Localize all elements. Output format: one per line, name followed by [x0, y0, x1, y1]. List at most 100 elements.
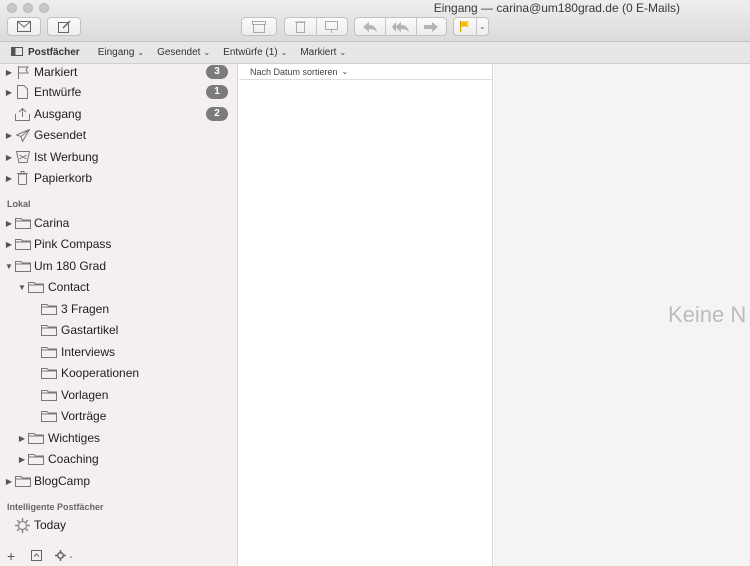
sidebar-item-carina[interactable]: ▶ Carina	[0, 213, 237, 233]
chevron-down-icon: ⌄	[339, 48, 347, 57]
junk-button[interactable]	[316, 20, 347, 33]
sidebar-item-contact[interactable]: ▼ Contact	[0, 277, 237, 297]
sidebar-item-label: Markiert	[34, 65, 78, 79]
window-title: Eingang — carina@um180grad.de (0 E-Mails…	[433, 1, 680, 15]
folder-icon	[40, 345, 57, 360]
sidebar-item-drafts[interactable]: ▶ Entwürfe 1	[0, 82, 237, 102]
folder-icon	[40, 323, 57, 338]
delete-button[interactable]	[285, 20, 316, 33]
sidebar-item-pink-compass[interactable]: ▶ Pink Compass	[0, 234, 237, 254]
gear-icon[interactable]: ⌄	[55, 550, 74, 561]
disclosure-triangle-icon[interactable]: ▶	[17, 455, 27, 464]
folder-icon	[14, 216, 31, 231]
sidebar-item-trash[interactable]: ▶ Papierkorb	[0, 168, 237, 188]
sidebar-item-label: Wichtiges	[48, 431, 101, 445]
mailbox-sidebar: ▶ Markiert 3 ▶ Entwürfe 1 Ausgang 2 ▶ Ge…	[0, 64, 238, 566]
sidebar-item-sent[interactable]: ▶ Gesendet	[0, 125, 237, 145]
folder-icon	[27, 452, 44, 467]
sidebar-item-label: Pink Compass	[34, 237, 112, 251]
favorite-inbox[interactable]: Eingang ⌄	[98, 47, 144, 58]
add-icon[interactable]: +	[7, 549, 15, 563]
disclosure-triangle-icon[interactable]: ▶	[4, 88, 14, 97]
forward-icon	[423, 21, 438, 32]
disclosure-triangle-icon[interactable]: ▶	[4, 219, 14, 228]
folder-icon	[14, 259, 31, 274]
sidebar-item-vortraege[interactable]: Vorträge	[0, 406, 237, 426]
trash-icon	[14, 171, 31, 186]
disclosure-triangle-icon[interactable]: ▶	[4, 174, 14, 183]
paper-plane-icon	[14, 128, 31, 143]
sidebar-item-label: Um 180 Grad	[34, 259, 107, 273]
folder-icon	[14, 474, 31, 489]
sidebar-item-label: Gastartikel	[61, 323, 119, 337]
sidebar-item-3-fragen[interactable]: 3 Fragen	[0, 299, 237, 319]
forward-button[interactable]	[416, 21, 446, 32]
disclosure-triangle-expanded-icon[interactable]: ▼	[4, 262, 14, 271]
sidebar-item-um-180-grad[interactable]: ▼ Um 180 Grad	[0, 256, 237, 276]
archive-button[interactable]	[241, 17, 277, 36]
section-header-smart-mailboxes: Intelligente Postfächer	[7, 502, 104, 512]
sidebar-item-vorlagen[interactable]: Vorlagen	[0, 385, 237, 405]
new-message-icon	[17, 21, 31, 32]
toggle-icon[interactable]	[31, 550, 42, 564]
sidebar-item-today[interactable]: Today	[0, 515, 237, 535]
reply-icon	[363, 21, 378, 32]
sidebar-item-interviews[interactable]: Interviews	[0, 342, 237, 362]
compose-button[interactable]	[47, 17, 81, 36]
sort-menu[interactable]: Nach Datum sortieren ⌄	[239, 64, 492, 80]
message-list[interactable]: Nach Datum sortieren ⌄	[239, 64, 493, 566]
get-mail-button[interactable]	[7, 17, 41, 36]
disclosure-triangle-expanded-icon[interactable]: ▼	[17, 283, 27, 292]
no-message-selected-text: Keine N	[668, 302, 747, 327]
disclosure-triangle-icon[interactable]: ▶	[4, 68, 14, 77]
chevron-down-icon: ⌄	[137, 48, 145, 57]
sidebar-item-label: Coaching	[48, 452, 99, 466]
sidebar-item-outbox[interactable]: Ausgang 2	[0, 104, 237, 124]
sidebar-item-coaching[interactable]: ▶ Coaching	[0, 449, 237, 469]
sidebar-item-blogcamp[interactable]: ▶ BlogCamp	[0, 471, 237, 491]
sidebar-item-label: Ist Werbung	[34, 150, 99, 164]
disclosure-triangle-icon[interactable]: ▶	[4, 153, 14, 162]
folder-icon	[40, 409, 57, 424]
sidebar-item-label: Kooperationen	[61, 366, 140, 380]
sidebar-item-gastartikel[interactable]: Gastartikel	[0, 320, 237, 340]
window-toolbar: Eingang — carina@um180grad.de (0 E-Mails…	[0, 0, 750, 42]
reply-all-icon	[391, 21, 409, 32]
trash-icon	[295, 20, 306, 33]
disclosure-triangle-icon[interactable]: ▶	[4, 131, 14, 140]
folder-icon	[40, 366, 57, 381]
flag-button[interactable]: ⌄	[453, 17, 489, 36]
disclosure-triangle-icon[interactable]: ▶	[4, 477, 14, 486]
favorite-drafts[interactable]: Entwürfe (1) ⌄	[223, 47, 287, 58]
sidebar-item-flagged[interactable]: ▶ Markiert 3	[0, 64, 237, 82]
favorite-flagged[interactable]: Markiert ⌄	[300, 47, 346, 58]
mailboxes-label: Postfächer	[28, 47, 80, 58]
message-preview-pane: Keine N	[494, 64, 750, 566]
disclosure-triangle-icon[interactable]: ▶	[17, 434, 27, 443]
show-mailboxes-button[interactable]: Postfächer	[11, 46, 80, 59]
sidebar-item-wichtiges[interactable]: ▶ Wichtiges	[0, 428, 237, 448]
sidebar-item-label: Carina	[34, 216, 70, 230]
disclosure-triangle-icon[interactable]: ▶	[4, 240, 14, 249]
favorite-label: Markiert	[300, 47, 337, 58]
favorite-sent[interactable]: Gesendet ⌄	[157, 47, 210, 58]
folder-icon	[40, 388, 57, 403]
sidebar-item-label: Vorträge	[61, 409, 107, 423]
chevron-down-icon: ⌄	[280, 48, 288, 57]
chevron-down-icon: ⌄	[203, 48, 211, 57]
sidebar-item-kooperationen[interactable]: Kooperationen	[0, 363, 237, 383]
sidebar-item-junk[interactable]: ▶ Ist Werbung	[0, 147, 237, 167]
folder-icon	[27, 431, 44, 446]
sidebar-item-label: Papierkorb	[34, 171, 93, 185]
outbox-icon	[14, 107, 31, 122]
junk-tray-icon	[14, 150, 31, 165]
favorite-label: Gesendet	[157, 47, 201, 58]
reply-all-button[interactable]	[385, 21, 415, 32]
delete-junk-group	[284, 17, 348, 36]
reply-button[interactable]	[355, 21, 385, 32]
folder-icon	[14, 237, 31, 252]
chevron-down-icon: ⌄	[68, 552, 74, 560]
favorite-label: Entwürfe (1)	[223, 47, 278, 58]
sort-label: Nach Datum sortieren	[250, 66, 338, 77]
folder-icon	[40, 302, 57, 317]
